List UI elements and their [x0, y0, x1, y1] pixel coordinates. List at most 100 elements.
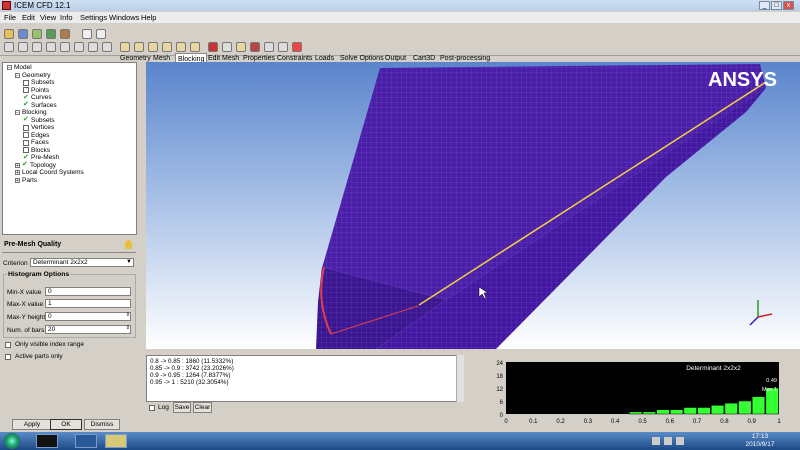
tree-item[interactable]: Blocks [23, 147, 50, 154]
tree-item[interactable]: − Blocking [15, 109, 47, 116]
settings-icon[interactable] [102, 42, 112, 52]
tree-item[interactable]: ✔ Curves [23, 94, 52, 102]
split-block-icon[interactable] [134, 42, 144, 52]
measure-icon[interactable] [32, 42, 42, 52]
minimize-button[interactable]: _ [759, 1, 770, 10]
tree-item[interactable]: ✔ Subsets [23, 116, 55, 124]
active-parts-checkbox[interactable] [5, 354, 11, 360]
network-icon[interactable] [664, 437, 672, 445]
message-log[interactable]: 0.8 -> 0.85 : 1860 (11.5332%) 0.85 -> 0.… [146, 355, 462, 402]
start-button[interactable] [4, 433, 20, 449]
max-y-input[interactable]: 0 ⇕ [45, 312, 131, 321]
create-block-icon[interactable] [120, 42, 130, 52]
volume-icon[interactable] [676, 437, 684, 445]
delete-block-icon[interactable] [292, 42, 302, 52]
tree-item[interactable]: Subsets [23, 79, 55, 86]
tree-item[interactable]: Points [23, 87, 49, 94]
tree-item[interactable]: − Model [7, 64, 32, 71]
tree-item[interactable]: + Parts [15, 177, 37, 184]
num-bars-input[interactable]: 20 ⇕ [45, 325, 131, 334]
max-x-label: Max-X value [7, 301, 44, 308]
spinner-icon[interactable]: ⇕ [126, 325, 130, 332]
tree-item[interactable]: + ✔ Topology [15, 161, 56, 169]
expand-icon[interactable]: + [15, 162, 20, 168]
criterion-select[interactable]: Determinant 2x2x2 ▼ [30, 258, 134, 267]
expand-icon[interactable]: + [15, 170, 20, 176]
menu-windows[interactable]: Windows [109, 13, 139, 22]
pre-mesh-smooth-icon[interactable] [264, 42, 274, 52]
apply-button[interactable]: Apply [12, 419, 52, 430]
histogram-range-label: 0.49 [766, 378, 777, 384]
undo-icon[interactable] [82, 29, 92, 39]
fit-window-icon[interactable] [4, 42, 14, 52]
pre-mesh-quality-icon[interactable] [250, 42, 260, 52]
associate-icon[interactable] [176, 42, 186, 52]
max-x-input[interactable]: 1 [45, 299, 131, 308]
clear-button[interactable]: Clear [193, 402, 212, 413]
save-icon[interactable] [18, 29, 28, 39]
mesh-icon[interactable] [46, 29, 56, 39]
check-blocks-icon[interactable] [278, 42, 288, 52]
checkbox-icon[interactable] [23, 87, 29, 93]
menu-info[interactable]: Info [60, 13, 73, 22]
help-icon[interactable] [125, 240, 132, 249]
open-icon[interactable] [4, 29, 14, 39]
checkbox-icon[interactable] [23, 147, 29, 153]
checkmark-icon[interactable]: ✔ [23, 101, 29, 108]
tree-item[interactable]: Faces [23, 139, 49, 146]
collapse-icon[interactable]: − [15, 72, 20, 78]
tree-item[interactable]: ✔ Pre-Mesh [23, 154, 59, 162]
edit-edge-icon[interactable] [222, 42, 232, 52]
view-icon[interactable] [46, 42, 56, 52]
checkmark-icon[interactable]: ✔ [23, 94, 29, 101]
checkbox-icon[interactable] [23, 132, 29, 138]
pre-mesh-params-icon[interactable] [236, 42, 246, 52]
edit-block-icon[interactable] [162, 42, 172, 52]
menu-edit[interactable]: Edit [22, 13, 35, 22]
icem-task-icon[interactable] [75, 434, 97, 448]
graphics-viewport[interactable]: ANSYS [146, 62, 800, 349]
save-button[interactable]: Save [173, 402, 191, 413]
checkbox-icon[interactable] [23, 124, 29, 131]
tree-item[interactable]: Vertices [23, 124, 54, 131]
checkmark-icon[interactable]: ✔ [23, 154, 29, 161]
solid-icon[interactable] [74, 42, 84, 52]
blocking-icon[interactable] [60, 29, 70, 39]
dismiss-button[interactable]: Dismiss [84, 419, 120, 430]
merge-vertices-icon[interactable] [148, 42, 158, 52]
spinner-icon[interactable]: ⇕ [126, 312, 130, 319]
only-visible-checkbox[interactable] [5, 342, 11, 348]
menu-file[interactable]: File [4, 13, 16, 22]
log-checkbox[interactable] [149, 405, 155, 411]
move-vertex-icon[interactable] [190, 42, 200, 52]
folder-task-icon[interactable] [105, 434, 127, 448]
render-icon[interactable] [88, 42, 98, 52]
geometry-icon[interactable] [32, 29, 42, 39]
menu-settings[interactable]: Settings [80, 13, 107, 22]
tree-item[interactable]: ✔ Surfaces [23, 101, 57, 109]
close-button[interactable]: x [783, 1, 794, 10]
menu-help[interactable]: Help [141, 13, 156, 22]
viewport-canvas[interactable]: ANSYS [146, 62, 800, 349]
checkbox-icon[interactable] [23, 79, 29, 86]
expand-icon[interactable]: + [15, 177, 20, 183]
maximize-button[interactable]: □ [771, 1, 782, 10]
zoom-icon[interactable] [18, 42, 28, 52]
tree-item[interactable]: − Geometry [15, 72, 51, 79]
tree-item[interactable]: + Local Coord Systems [15, 169, 84, 176]
collapse-icon[interactable]: − [15, 110, 20, 116]
collapse-icon[interactable]: − [7, 65, 12, 71]
transform-icon[interactable] [208, 42, 218, 52]
checkmark-icon[interactable]: ✔ [23, 116, 29, 123]
tray-icon[interactable] [652, 437, 660, 445]
tree-item[interactable]: Edges [23, 132, 49, 139]
ok-button[interactable]: OK [50, 419, 82, 430]
menu-view[interactable]: View [40, 13, 56, 22]
terminal-task-icon[interactable] [36, 434, 58, 448]
wireframe-icon[interactable] [60, 42, 70, 52]
min-x-input[interactable]: 0 [45, 287, 131, 296]
checkmark-icon[interactable]: ✔ [22, 161, 28, 168]
checkbox-icon[interactable] [23, 139, 29, 146]
redo-icon[interactable] [96, 29, 106, 39]
message-scrollbar[interactable] [456, 355, 464, 402]
